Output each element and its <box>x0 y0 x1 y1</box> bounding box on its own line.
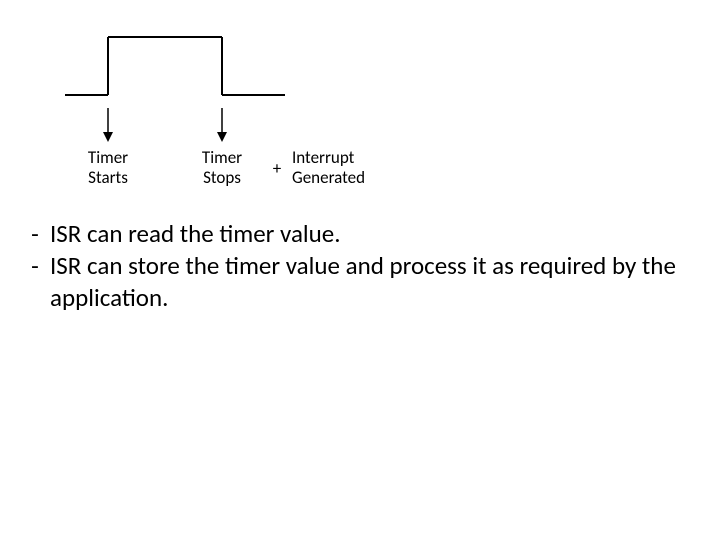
text: Timer <box>68 148 148 168</box>
text: Stops <box>182 168 262 188</box>
list-item: - ISR can store the timer value and proc… <box>20 250 696 314</box>
text: Interrupt <box>292 148 402 168</box>
bullet-text: ISR can read the timer value. <box>50 218 696 250</box>
label-timer-starts: Timer Starts <box>68 148 148 188</box>
bullet-list: - ISR can read the timer value. - ISR ca… <box>20 218 696 314</box>
label-plus: + <box>262 158 292 179</box>
bullet-dash: - <box>20 218 50 250</box>
arrow-timer-starts <box>103 108 113 142</box>
label-interrupt-generated: Interrupt Generated <box>292 148 402 188</box>
list-item: - ISR can read the timer value. <box>20 218 696 250</box>
slide: Timer Starts Timer Stops + Interrupt Gen… <box>0 0 720 540</box>
text: Timer <box>182 148 262 168</box>
arrow-timer-stops <box>217 108 227 142</box>
text: Starts <box>68 168 148 188</box>
waveform-labels: Timer Starts Timer Stops + Interrupt Gen… <box>68 148 402 188</box>
label-timer-stops: Timer Stops <box>182 148 262 188</box>
bullet-dash: - <box>20 250 50 314</box>
text: Generated <box>292 168 402 188</box>
bullet-text: ISR can store the timer value and proces… <box>50 250 696 314</box>
